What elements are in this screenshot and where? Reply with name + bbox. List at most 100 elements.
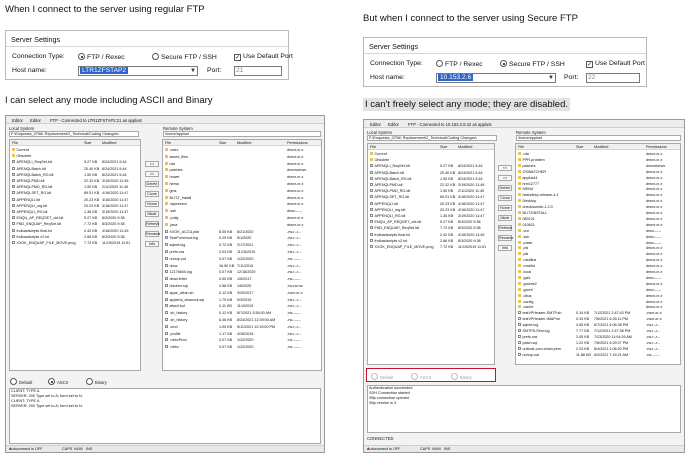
col-file[interactable]: File bbox=[370, 145, 376, 149]
tab-editor-2[interactable]: Editor bbox=[30, 118, 41, 123]
remote-path-input[interactable]: /home/applust bbox=[516, 135, 681, 141]
remote-file-row[interactable]: prefs.ora 2.03 KB 11/15/2019 -rw-r--r-- bbox=[163, 249, 321, 255]
ftp-rexec-radio[interactable]: FTP / Rexec bbox=[436, 60, 483, 68]
remote-file-row[interactable]: .tapeexem drwxr-xr-x bbox=[163, 201, 321, 207]
remote-file-row[interactable]: .cdev drwxr-xr-x bbox=[163, 147, 321, 153]
local-file-row[interactable]: Current bbox=[10, 147, 140, 153]
tab-ftp[interactable]: FTP - Connected to 10.153.2.6:22 as appl… bbox=[408, 122, 492, 127]
col-file[interactable]: File bbox=[518, 145, 524, 149]
local-file-row[interactable]: XXOK_ENQUAP_FILE_MOVE.prog 7.72 KB 11/19/2… bbox=[368, 244, 494, 250]
delete-button[interactable]: Delete bbox=[145, 181, 159, 187]
remote-file-row[interactable]: saved_files drwxr-xr-x bbox=[163, 154, 321, 160]
local-file-row[interactable]: APPENQLI.ldt 20.23 KB 4/16/2020 11:47 bbox=[10, 197, 140, 203]
remote-file-row[interactable]: .java drwxr-xr-x bbox=[163, 222, 321, 228]
chevron-down-icon[interactable]: ▼ bbox=[190, 67, 196, 75]
col-size[interactable]: Size bbox=[576, 145, 583, 149]
mode-ascii-radio[interactable]: ASCII bbox=[48, 378, 68, 385]
local-file-row[interactable]: APENQLPMD_RG.ldt 1.50 KB 2/11/2020 11:45 bbox=[10, 184, 140, 190]
local-path-input[interactable]: F:\Enquesta_CPAK Replacement\2_Technical… bbox=[367, 135, 497, 141]
remote-file-row[interactable]: .netrc 0.07 KB 1/22/2020 -rw------- bbox=[163, 344, 321, 350]
local-file-row[interactable]: APPENQLI_RG.ldt 1.36 KB 3/19/2020 11:47 bbox=[368, 213, 494, 219]
info-button[interactable]: Info bbox=[498, 245, 512, 251]
remote-file-row[interactable]: .cmd 1.00 KB 5/11/2021 12:19:00 PM -rw-r--r… bbox=[163, 324, 321, 330]
remote-file-row[interactable]: appe_clean.sh 0.12 KB 3/20/2017 -rwxr-xr-x bbox=[163, 290, 321, 296]
remote-file-row[interactable]: .sh_history 6.46 KB 8/24/2021 12:39:00 AM -… bbox=[163, 317, 321, 323]
col-modified[interactable]: Modified bbox=[102, 141, 116, 145]
local-file-row[interactable]: APPENQLI_org.ldt 20.23 KB 4/16/2020 11:47 bbox=[368, 207, 494, 213]
local-file-row[interactable]: APENQLBatch.ldt 20.40 KB 8/24/2021 5:44 bbox=[10, 166, 140, 172]
download-button[interactable]: >> bbox=[498, 175, 512, 181]
remote-file-row[interactable]: rda drwxr-xr-x bbox=[163, 161, 321, 167]
remote-file-row[interactable]: chicken.sql 4.58 KB 1/8/2020 -rw-rw-rw- bbox=[163, 283, 321, 289]
remote-file-row[interactable]: applens_cleanout.sql 1.79 KB 9/3/2019 -rw-r… bbox=[163, 297, 321, 303]
local-file-row[interactable]: APENQLBatch_RG.ldt 1.50 KB 8/24/2021 5:44 bbox=[368, 176, 494, 182]
local-file-list[interactable]: File Size Modified Current Obsolete APENQL… bbox=[9, 139, 141, 371]
col-modified[interactable]: Modified bbox=[458, 145, 472, 149]
remote-file-row[interactable]: hower drwxr-xr-x bbox=[163, 174, 321, 180]
local-file-row[interactable]: Obsolete bbox=[10, 153, 140, 159]
refresh-button[interactable]: Refresh bbox=[498, 225, 512, 231]
remote-file-row[interactable]: .sh_history 0.12 KB 8/7/2021 3:55:00 AM -rw… bbox=[163, 310, 321, 316]
rename-button[interactable]: Rename bbox=[145, 231, 160, 237]
remote-file-row[interactable]: BLITZ_Install drwxr-xr-x bbox=[163, 195, 321, 201]
host-name-combobox[interactable]: 10.153.2.6 ▼ bbox=[436, 73, 556, 83]
secure-ftp-radio[interactable]: Secure FTP / SSH bbox=[500, 60, 565, 68]
local-file-row[interactable]: APENQLBatch.ldt 20.40 KB 8/24/2021 5:44 bbox=[368, 170, 494, 176]
delete-button[interactable]: Delete bbox=[498, 185, 512, 191]
mode-default-radio[interactable]: Default bbox=[10, 378, 32, 385]
remote-file-row[interactable]: .putty drwxr-xr-x bbox=[163, 215, 321, 221]
local-file-row[interactable]: APENQLI_ReqSet.ldt 9.27 KB 8/24/2021 5:44 bbox=[368, 163, 494, 169]
local-file-row[interactable]: APPENQLI.ldt 20.23 KB 4/16/2020 11:47 bbox=[368, 201, 494, 207]
info-button[interactable]: Info bbox=[145, 241, 159, 247]
local-file-row[interactable]: XXOK_ENQUAP_FILE_MOVE.prog 7.72 KB 11/19/2… bbox=[10, 240, 140, 246]
download-button[interactable]: >> bbox=[145, 171, 159, 177]
remote-file-row[interactable]: nohup.out 0.07 KB 1/22/2020 -rw------- bbox=[163, 256, 321, 262]
local-file-row[interactable]: APENQLSET_RG.ldt 69.51 KB 4/16/2020 11:47 bbox=[368, 194, 494, 200]
remote-file-row[interactable]: nbox 16.90 KB 7/11/2016 -rw-r--r-- bbox=[163, 263, 321, 269]
tab-editor[interactable]: Editor bbox=[370, 122, 381, 127]
upload-button[interactable]: << bbox=[498, 165, 512, 171]
remote-file-list[interactable]: File Size Modified Permissions .cdev drwx… bbox=[162, 139, 322, 371]
local-file-row[interactable]: APENQLPMD_RG.ldt 1.50 KB 2/11/2020 11:45 bbox=[368, 188, 494, 194]
remote-file-row[interactable]: XXOK_ACCU.pkb 8.05 KB 8/21/2020 -rw-r--r-- bbox=[163, 229, 321, 235]
remote-file-row[interactable]: afwcll.buf 0.11 KB 11/4/2019 -rw-r--r-- bbox=[163, 303, 321, 309]
local-file-list[interactable]: File Size Modified Current Obsolete APENQL… bbox=[367, 143, 495, 365]
remote-path-input[interactable]: /home/applust bbox=[163, 131, 321, 137]
ftp-rexec-radio[interactable]: FTP / Rexec bbox=[78, 53, 125, 61]
remote-file-row[interactable]: gms drwxr-xr-x bbox=[163, 188, 321, 194]
local-file-row[interactable]: fndloadscripts v2.txt 2.66 KB 8/3/2020 9:3… bbox=[368, 238, 494, 244]
tab-editor[interactable]: Editor bbox=[12, 118, 23, 123]
local-file-row[interactable]: FND_ENQUAP_ReqSet.ldt 7.72 KB 8/3/2020 9:3… bbox=[10, 221, 140, 227]
col-file[interactable]: File bbox=[165, 141, 171, 145]
remote-file-row[interactable]: .netrcProd 0.07 KB 1/22/2020 -rw------- bbox=[163, 337, 321, 343]
local-file-row[interactable]: fndloadscripts final.txt 2.42 KB 4/16/2020… bbox=[368, 232, 494, 238]
col-permissions[interactable]: Permissions bbox=[287, 141, 308, 145]
col-permissions[interactable]: Permissions bbox=[646, 145, 667, 149]
clone-button[interactable]: Clone bbox=[145, 191, 159, 197]
mkdir-button[interactable]: Mkdir bbox=[145, 211, 159, 217]
col-modified[interactable]: Modified bbox=[237, 141, 251, 145]
remote-file-row[interactable]: TestPunchout.log 0.29 KB 5/1/2020 -rw-r--r-… bbox=[163, 235, 321, 241]
local-path-input[interactable]: F:\Enquesta_CPAK Replacement\2_Technical… bbox=[9, 131, 139, 137]
local-file-row[interactable]: APENQLI_ReqSet.ldt 9.27 KB 8/24/2021 5:44 bbox=[10, 159, 140, 165]
col-size[interactable]: Size bbox=[440, 145, 447, 149]
use-default-port-checkbox[interactable]: ✓ Use Default Port bbox=[234, 53, 293, 61]
local-file-row[interactable]: Current bbox=[368, 151, 494, 157]
port-input[interactable]: 21 bbox=[234, 66, 282, 76]
local-file-row[interactable]: fndloadscripts v2.txt 2.66 KB 8/3/2020 9:3… bbox=[10, 234, 140, 240]
chevron-down-icon[interactable]: ▼ bbox=[548, 74, 554, 82]
local-file-row[interactable]: APENQLPMD.ldt 22.32 KB 3/19/2020 11:46 bbox=[368, 182, 494, 188]
col-size[interactable]: Size bbox=[84, 141, 91, 145]
home-button[interactable]: Home bbox=[145, 201, 159, 207]
local-file-row[interactable]: ENQU_AP_REQSET_old.ldt 9.27 KB 8/3/2020 9:… bbox=[10, 215, 140, 221]
remote-file-row[interactable]: .profile 1.17 KB 4/26/2018 -rw-r--r-- bbox=[163, 331, 321, 337]
mode-binary-radio[interactable]: Binary bbox=[86, 378, 107, 385]
home-button[interactable]: Home bbox=[498, 205, 512, 211]
local-file-row[interactable]: fndloadscripts final.txt 2.42 KB 4/16/2020… bbox=[10, 228, 140, 234]
local-file-row[interactable]: APPENQLI_org.ldt 20.23 KB 4/16/2020 11:47 bbox=[10, 203, 140, 209]
host-name-combobox[interactable]: LTR1ZFSTAP2 ▼ bbox=[78, 66, 198, 76]
upload-button[interactable]: << bbox=[145, 161, 159, 167]
col-size[interactable]: Size bbox=[219, 141, 226, 145]
local-file-row[interactable]: ENQU_AP_REQSET_old.ldt 9.27 KB 8/3/2020 9:… bbox=[368, 219, 494, 225]
local-file-row[interactable]: APENQLPMD.ldt 22.32 KB 3/19/2020 11:46 bbox=[10, 178, 140, 184]
